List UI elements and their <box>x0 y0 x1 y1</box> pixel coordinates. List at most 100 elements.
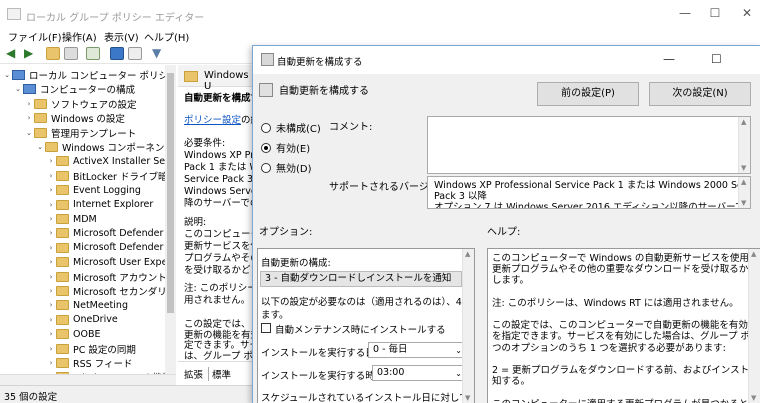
export-icon[interactable] <box>86 47 100 60</box>
chevron-right-icon[interactable]: › <box>46 273 56 281</box>
radio-disabled-dot[interactable] <box>261 162 271 173</box>
install-time-dropdown[interactable]: 03:00 ⌄ <box>372 365 466 381</box>
radio-enabled-dot[interactable] <box>261 142 271 153</box>
tab-standard[interactable]: 標準 <box>208 367 231 381</box>
tree-item[interactable]: ⌄ コンピューターの構成 <box>13 82 135 96</box>
chevron-right-icon[interactable]: › <box>24 100 34 108</box>
supported-scrollbar[interactable] <box>738 177 750 208</box>
tree-scrollbar[interactable] <box>165 65 176 374</box>
tree-item[interactable]: › ソフトウェアの設定 <box>24 97 137 111</box>
chevron-right-icon[interactable]: › <box>46 201 56 209</box>
scrollbar-thumb[interactable] <box>167 73 174 313</box>
tree-item[interactable]: › MDM <box>46 212 97 226</box>
chevron-right-icon[interactable]: › <box>46 345 56 353</box>
tree-horizontal-scrollbar[interactable] <box>0 374 176 385</box>
previous-setting-button[interactable]: 前の設定(P) <box>537 82 639 106</box>
tree-item-label: ローカル コンピューター ポリシー <box>29 71 175 82</box>
requirements-line: 降のサーバーでのみ <box>184 198 258 209</box>
chevron-right-icon[interactable]: › <box>46 359 56 367</box>
chevron-right-icon[interactable]: › <box>46 186 56 194</box>
radio-disabled[interactable]: 無効(D) <box>261 160 312 175</box>
tree-item[interactable]: ⌄ Windows コンポーネント <box>35 140 174 154</box>
radio-not-configured[interactable]: 未構成(C) <box>261 120 321 135</box>
policy-dialog: 自動更新を構成する — ☐ 自動更新を構成する 前の設定(P) 次の設定(N) … <box>252 45 760 403</box>
folder-icon <box>56 329 69 340</box>
install-day-dropdown[interactable]: 0 - 毎日 ⌄ <box>368 342 466 358</box>
chevron-right-icon[interactable]: › <box>46 258 56 266</box>
maximize-icon[interactable]: ☐ <box>705 6 725 20</box>
tree-item[interactable]: › Microsoft User Exper <box>46 255 172 269</box>
help-scrollbar[interactable] <box>748 249 760 403</box>
tree-item[interactable]: ⌄ 管理用テンプレート <box>24 126 136 140</box>
comment-scrollbar[interactable] <box>738 117 750 173</box>
chevron-right-icon[interactable]: › <box>46 157 56 165</box>
tree-item[interactable]: › Event Logging <box>46 183 141 197</box>
dialog-maximize-icon[interactable]: ☐ <box>711 52 722 66</box>
chevron-down-icon[interactable]: ⌄ <box>2 71 12 79</box>
config-dropdown[interactable]: 3 - 自動ダウンロードしインストールを通知 <box>260 271 462 287</box>
up-folder-icon[interactable] <box>46 47 60 60</box>
chevron-right-icon[interactable]: › <box>46 172 56 180</box>
next-setting-button[interactable]: 次の設定(N) <box>649 82 751 106</box>
folder-icon <box>45 142 58 152</box>
forward-icon[interactable]: ▶ <box>24 47 38 60</box>
install-time-value: 03:00 <box>377 367 405 378</box>
folder-icon <box>34 98 47 109</box>
tree-item[interactable]: › Microsoft Defender I <box>46 226 170 240</box>
options-scrollbar[interactable] <box>462 249 474 403</box>
comment-textarea[interactable] <box>427 116 751 174</box>
menu-action[interactable]: 操作(A) <box>62 29 97 44</box>
chevron-right-icon[interactable]: › <box>46 316 56 324</box>
maintenance-checkbox[interactable] <box>261 323 271 333</box>
tree-item[interactable]: › Microsoft Defender ( <box>46 241 171 255</box>
help-book-icon[interactable] <box>110 47 124 60</box>
menu-file[interactable]: ファイル(F) <box>8 29 62 44</box>
radio-not-configured-dot[interactable] <box>261 122 271 133</box>
chevron-right-icon[interactable]: › <box>46 215 56 223</box>
tree-item[interactable]: › ActiveX Installer Serv <box>46 154 175 168</box>
edit-policy-link[interactable]: ポリシー設定 <box>184 115 241 126</box>
tree-item-label: Windows の設定 <box>51 114 125 126</box>
chevron-right-icon[interactable]: › <box>46 301 56 309</box>
required-note-line2: ます。 <box>261 310 289 321</box>
folder-icon <box>56 286 69 296</box>
edit-policy-row: ポリシー設定の編集 <box>184 115 258 127</box>
tree-item[interactable]: › Microsoft セカンダリ認 <box>46 284 174 298</box>
tree-item[interactable]: › BitLocker ドライブ暗号 <box>46 169 174 183</box>
tree-item-label: MDM <box>73 213 97 225</box>
chevron-down-icon[interactable]: ⌄ <box>24 129 34 137</box>
tree-item[interactable]: › RSS フィード <box>46 356 133 370</box>
tab-extended[interactable]: 拡張 <box>184 367 203 381</box>
tree-item-label: コンピューターの構成 <box>40 85 136 97</box>
menu-help[interactable]: ヘルプ(H) <box>144 29 189 44</box>
menu-view[interactable]: 表示(V) <box>104 29 139 44</box>
radio-enabled[interactable]: 有効(E) <box>261 140 310 155</box>
filter-icon[interactable]: ▼ <box>152 47 166 60</box>
tree-item[interactable]: › OOBE <box>46 327 101 341</box>
chevron-right-icon[interactable]: › <box>46 287 56 295</box>
show-tree-icon[interactable] <box>64 47 78 60</box>
dialog-minimize-icon[interactable]: — <box>663 52 675 66</box>
chevron-right-icon[interactable]: › <box>24 114 34 122</box>
chevron-right-icon[interactable]: › <box>46 330 56 338</box>
tree-item[interactable]: › NetMeeting <box>46 298 128 312</box>
chevron-right-icon[interactable]: › <box>46 229 56 237</box>
minimize-icon[interactable]: — <box>675 6 695 20</box>
chevron-down-icon[interactable]: ⌄ <box>35 143 45 151</box>
policy-title: 自動更新を構成す <box>184 93 258 104</box>
tree-item-label: OneDrive <box>73 314 118 326</box>
tree-item[interactable]: ⌄ ローカル コンピューター ポリシー <box>2 68 175 82</box>
tree-item[interactable]: › Internet Explorer <box>46 198 154 212</box>
tree-item-label: ActiveX Installer Serv <box>73 155 175 167</box>
tree-item[interactable]: › Microsoft アカウント <box>46 270 167 284</box>
properties-icon[interactable] <box>128 47 142 60</box>
chevron-right-icon[interactable]: › <box>46 244 56 252</box>
tree-item[interactable]: › PC 設定の同期 <box>46 342 136 356</box>
tree-item[interactable]: › Windows の設定 <box>24 111 125 125</box>
tree-item[interactable]: › OneDrive <box>46 313 118 327</box>
chevron-down-icon[interactable]: ⌄ <box>13 85 23 93</box>
computer-icon <box>23 84 36 95</box>
tree-item-label: 管理用テンプレート <box>51 128 137 140</box>
close-icon[interactable]: ✕ <box>737 6 757 20</box>
back-icon[interactable]: ◀ <box>6 47 20 60</box>
